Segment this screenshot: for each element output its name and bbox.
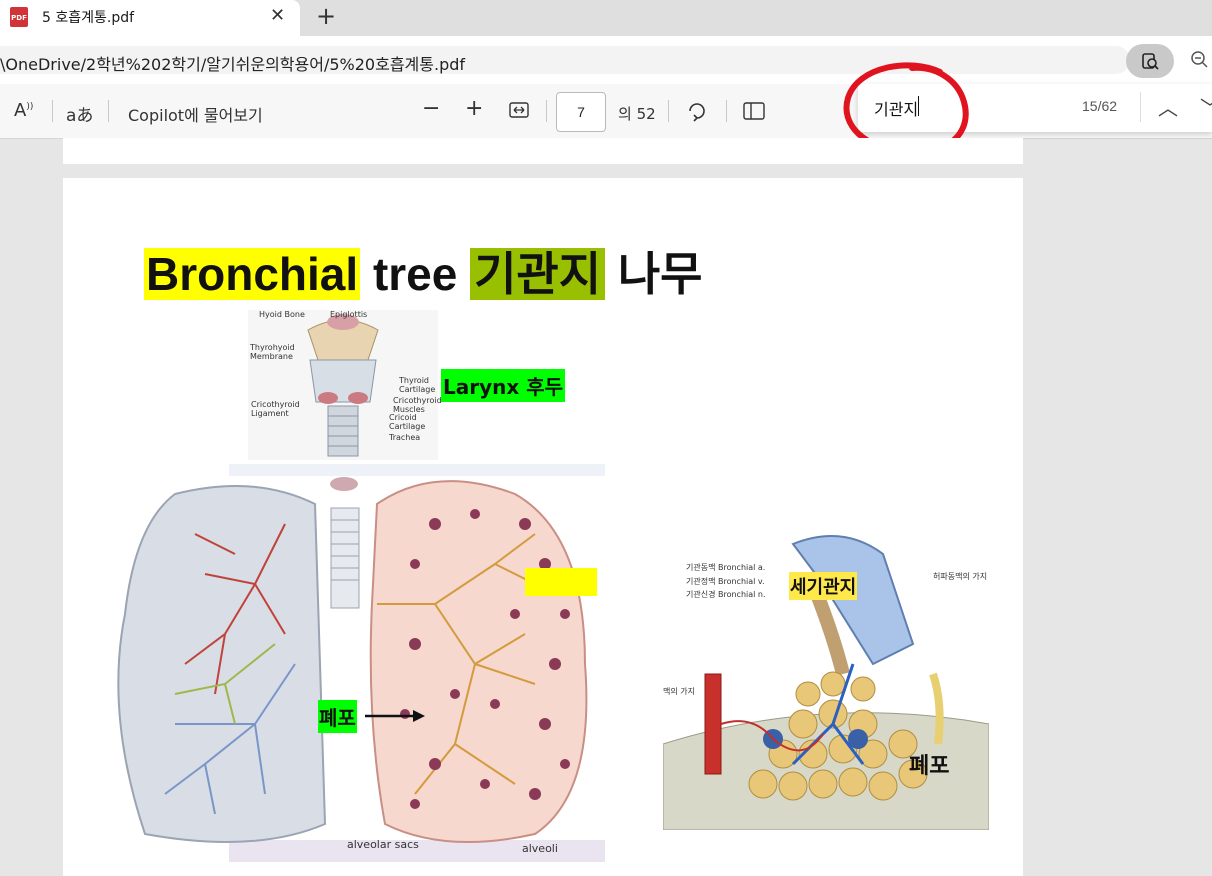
highlight-box (525, 568, 597, 596)
chevron-down-icon[interactable]: ﹀ (1200, 92, 1212, 121)
label-alveoli-left: 폐포 (318, 700, 357, 733)
larynx-label: Hyoid Bone (259, 310, 305, 319)
label-alveoli-right: 폐포 (909, 754, 950, 779)
divider (52, 100, 53, 122)
pdf-page: Bronchial tree 기관지 나무 Hyoid Bone Epiglot… (63, 178, 1023, 876)
label-alveoli-small: alveoli (522, 842, 558, 855)
label-bronchiole: 세기관지 (789, 572, 858, 600)
tab-title: 5 호흡계통.pdf (42, 10, 135, 26)
larynx-label: Cricothyroid Ligament (251, 400, 300, 418)
url-text: \OneDrive/2학년%202학기/알기쉬운의학용어/5%20호흡계통.pd… (0, 55, 466, 74)
right-figure-label: 기관동맥 Bronchial a. (686, 563, 766, 572)
right-figure-label: 기관정맥 Bronchial v. (686, 577, 765, 586)
label-alveolar-sacs: alveolar sacs (347, 838, 419, 851)
fit-width-icon[interactable] (509, 102, 529, 122)
right-figure-label: 허파동맥의 가지 (933, 572, 988, 581)
pdf-page-previous (63, 138, 1023, 164)
larynx-label: Thyroid Cartilage (399, 376, 436, 394)
tab-bar: PDF 5 호흡계통.pdf ✕ + (0, 0, 1212, 36)
lungs-illustration (117, 464, 605, 862)
zoom-out-icon[interactable] (1190, 50, 1208, 73)
arrow-icon (365, 710, 425, 722)
page-number-input[interactable]: 7 (556, 92, 606, 132)
larynx-label: Thyrohyoid Membrane (250, 343, 295, 361)
find-count: 15/62 (1082, 98, 1118, 114)
label-larynx: Larynx 후두 (441, 369, 566, 402)
divider (668, 100, 669, 122)
divider (726, 100, 727, 122)
find-page-icon (1142, 53, 1159, 70)
title-namu: 나무 (617, 248, 703, 300)
tab-pdf[interactable]: PDF 5 호흡계통.pdf ✕ (0, 0, 300, 36)
divider (546, 100, 547, 122)
translate-button[interactable]: aあ (66, 101, 93, 126)
divider (1140, 92, 1141, 122)
find-on-page-button[interactable] (1126, 44, 1174, 78)
title-highlight-current: 기관지 (470, 248, 606, 300)
read-aloud-icon[interactable]: A)) (14, 100, 33, 121)
slide-title: Bronchial tree 기관지 나무 (144, 238, 703, 304)
right-figure-label: 맥의 가지 (663, 687, 695, 696)
pdf-icon: PDF (10, 7, 28, 27)
larynx-label: Cricothyroid Muscles (393, 396, 442, 414)
close-icon[interactable]: ✕ (270, 5, 285, 26)
page-total: 의 52 (618, 105, 656, 123)
page-view-icon[interactable] (743, 102, 765, 124)
title-tree: tree (372, 248, 458, 300)
larynx-label: Trachea (389, 433, 421, 442)
larynx-label: Epiglottis (330, 310, 368, 319)
rotate-icon[interactable] (686, 100, 708, 126)
plus-icon[interactable]: + (316, 2, 336, 30)
right-figure-label: 기관신경 Bronchial n. (686, 590, 766, 599)
larynx-label: Cricoid Cartilage (389, 413, 426, 431)
minus-icon[interactable]: − (422, 96, 440, 121)
title-bronchial: Bronchial (144, 248, 361, 300)
divider (108, 100, 109, 122)
chevron-up-icon[interactable]: ︿ (1158, 92, 1178, 121)
copilot-button[interactable]: Copilot에 물어보기 (128, 102, 263, 126)
plus-icon[interactable]: + (465, 96, 483, 121)
address-bar: \OneDrive/2학년%202학기/알기쉬운의학용어/5%20호흡계통.pd… (0, 36, 1212, 84)
